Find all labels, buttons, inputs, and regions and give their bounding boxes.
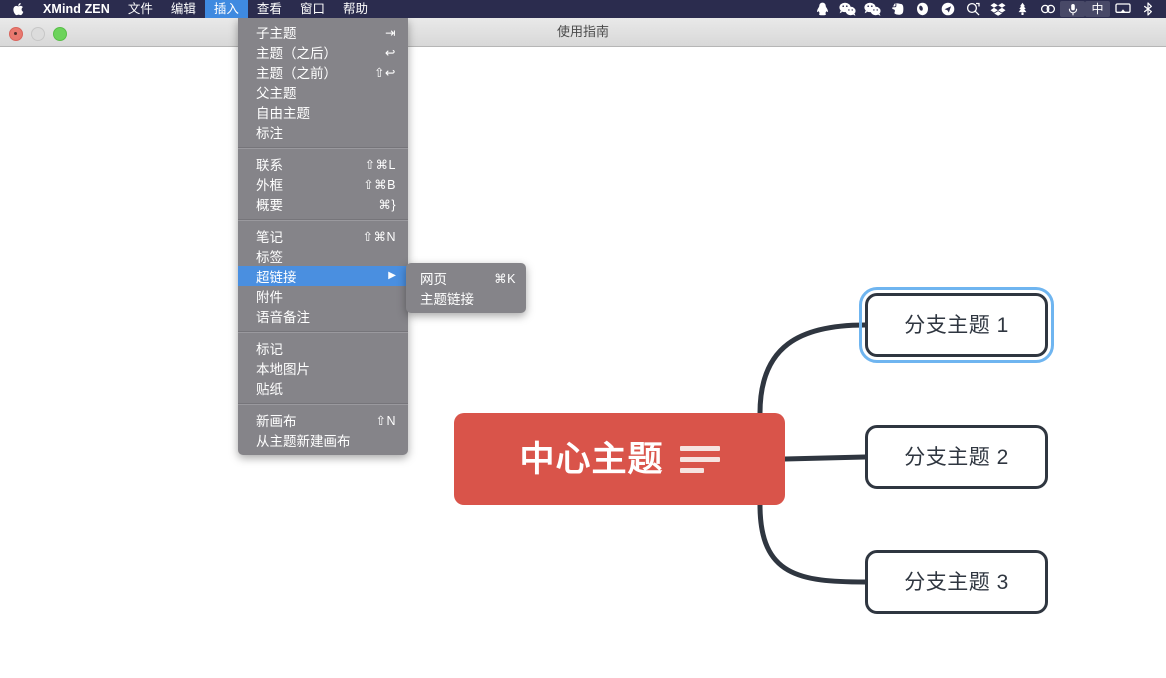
microphone-icon[interactable] (1060, 1, 1085, 17)
submenu-item-webpage[interactable]: 网页 ⌘K (406, 268, 526, 288)
window-title: 使用指南 (0, 18, 1166, 46)
menu-separator (238, 331, 408, 333)
menu-item-label: 子主题 (256, 22, 373, 42)
menu-item-subtopic[interactable]: 子主题 ⇥ (238, 22, 408, 42)
spotlight-search-icon[interactable] (960, 0, 985, 18)
menu-bar-item-insert[interactable]: 插入 (205, 0, 248, 18)
menu-item-shortcut: ⇧↩ (374, 65, 396, 80)
menu-item-label: 外框 (256, 174, 351, 194)
wechat-work-icon[interactable] (860, 0, 885, 18)
central-topic-label: 中心主题 (519, 442, 663, 477)
menu-item-callout[interactable]: 标注 (238, 122, 408, 142)
menu-bar-item-window[interactable]: 窗口 (291, 0, 334, 18)
menu-item-label: 超链接 (256, 266, 378, 286)
menu-bar-item-app-name[interactable]: XMind ZEN (34, 0, 119, 18)
input-method-label: 中 (1091, 3, 1103, 15)
window-title-bar: 使用指南 (0, 18, 1166, 47)
airplay-icon[interactable] (1110, 0, 1135, 18)
menu-bar-item-edit[interactable]: 编辑 (162, 0, 205, 18)
branch-topic-label: 分支主题 3 (904, 572, 1009, 593)
menu-item-shortcut: ⇧⌘N (362, 229, 396, 244)
menu-bar-item-view[interactable]: 查看 (248, 0, 291, 18)
central-topic[interactable]: 中心主题 (454, 413, 785, 505)
menu-item-label: 主题（之前） (256, 62, 362, 82)
menu-bar-app-menus: XMind ZEN 文件 编辑 插入 查看 窗口 帮助 (0, 0, 377, 18)
evernote-icon[interactable] (885, 0, 910, 18)
branch-topic-3[interactable]: 分支主题 3 (865, 550, 1048, 614)
menu-item-label: 概要 (256, 194, 366, 214)
menu-item-summary[interactable]: 概要 ⌘} (238, 194, 408, 214)
menu-item-label: 附件 (256, 286, 384, 306)
menu-bar-item-help[interactable]: 帮助 (334, 0, 377, 18)
menu-item-topic-after[interactable]: 主题（之后） ↩ (238, 42, 408, 62)
menu-item-shortcut: ⇧N (375, 413, 396, 428)
menu-item-label: 标记 (256, 338, 384, 358)
menu-item-label: 主题链接 (420, 288, 504, 308)
menu-item-label: 语音备注 (256, 306, 384, 326)
menu-item-shortcut: ⇧⌘B (363, 177, 396, 192)
menu-item-relationship[interactable]: 联系 ⇧⌘L (238, 154, 408, 174)
telegram-icon[interactable] (935, 0, 960, 18)
menu-item-shortcut: ⌘K (494, 271, 516, 286)
branch-topic-label: 分支主题 2 (904, 447, 1009, 468)
menu-item-shortcut: ⇥ (385, 25, 396, 40)
input-method-icon[interactable]: 中 (1085, 1, 1110, 17)
xmind-app-window: XMind ZEN 文件 编辑 插入 查看 窗口 帮助 (0, 0, 1166, 678)
apple-logo-icon[interactable] (4, 0, 34, 18)
menu-separator (238, 147, 408, 149)
menu-item-shortcut: ↩ (385, 45, 396, 60)
menu-item-marker[interactable]: 标记 (238, 338, 408, 358)
menu-item-local-image[interactable]: 本地图片 (238, 358, 408, 378)
menu-item-label: 联系 (256, 154, 353, 174)
menu-bar-status-tray: 中 (810, 0, 1166, 18)
menu-item-topic-before[interactable]: 主题（之前） ⇧↩ (238, 62, 408, 82)
branch-topic-label: 分支主题 1 (904, 315, 1009, 336)
menu-separator (238, 219, 408, 221)
menu-separator (238, 403, 408, 405)
menu-bar-item-file[interactable]: 文件 (119, 0, 162, 18)
menu-item-label: 父主题 (256, 82, 384, 102)
qq-icon[interactable] (810, 0, 835, 18)
menu-item-sticker[interactable]: 贴纸 (238, 378, 408, 398)
menu-item-new-sheet-from-topic[interactable]: 从主题新建画布 (238, 430, 408, 450)
dropbox-icon[interactable] (985, 0, 1010, 18)
insert-dropdown-menu: 子主题 ⇥ 主题（之后） ↩ 主题（之前） ⇧↩ 父主题 自由主题 标注 联系 … (238, 18, 408, 455)
menu-item-floating-topic[interactable]: 自由主题 (238, 102, 408, 122)
mailbox-icon[interactable] (910, 0, 935, 18)
submenu-item-topic-link[interactable]: 主题链接 (406, 288, 526, 308)
menu-item-label[interactable]: 标签 (238, 246, 408, 266)
menu-item-notes[interactable]: 笔记 ⇧⌘N (238, 226, 408, 246)
menu-item-label: 标注 (256, 122, 384, 142)
menu-item-label: 网页 (420, 268, 482, 288)
wechat-icon[interactable] (835, 0, 860, 18)
menu-item-label: 新画布 (256, 410, 363, 430)
menu-item-parent-topic[interactable]: 父主题 (238, 82, 408, 102)
macos-menu-bar: XMind ZEN 文件 编辑 插入 查看 窗口 帮助 (0, 0, 1166, 18)
menu-item-label: 标签 (256, 246, 384, 266)
notes-icon[interactable] (680, 446, 720, 473)
menu-item-audio-note[interactable]: 语音备注 (238, 306, 408, 326)
menu-item-shortcut: ⌘} (378, 197, 396, 212)
submenu-arrow-icon: ▶ (388, 271, 396, 281)
menu-item-label: 自由主题 (256, 102, 384, 122)
menu-item-label: 从主题新建画布 (256, 430, 384, 450)
menu-item-attachment[interactable]: 附件 (238, 286, 408, 306)
menu-item-label: 本地图片 (256, 358, 384, 378)
baidu-netdisk-icon[interactable] (1010, 0, 1035, 18)
creative-cloud-icon[interactable] (1035, 0, 1060, 18)
menu-item-new-sheet[interactable]: 新画布 ⇧N (238, 410, 408, 430)
menu-item-shortcut: ⇧⌘L (365, 157, 396, 172)
menu-item-hyperlink[interactable]: 超链接 ▶ (238, 266, 408, 286)
hyperlink-submenu: 网页 ⌘K 主题链接 (406, 263, 526, 313)
branch-topic-1[interactable]: 分支主题 1 (865, 293, 1048, 357)
menu-item-label: 笔记 (256, 226, 350, 246)
mindmap-canvas[interactable]: 中心主题 分支主题 1 分支主题 2 分支主题 3 (0, 46, 1166, 678)
bluetooth-icon[interactable] (1135, 0, 1160, 18)
branch-topic-2[interactable]: 分支主题 2 (865, 425, 1048, 489)
menu-item-label: 贴纸 (256, 378, 384, 398)
menu-item-label: 主题（之后） (256, 42, 373, 62)
menu-item-boundary[interactable]: 外框 ⇧⌘B (238, 174, 408, 194)
